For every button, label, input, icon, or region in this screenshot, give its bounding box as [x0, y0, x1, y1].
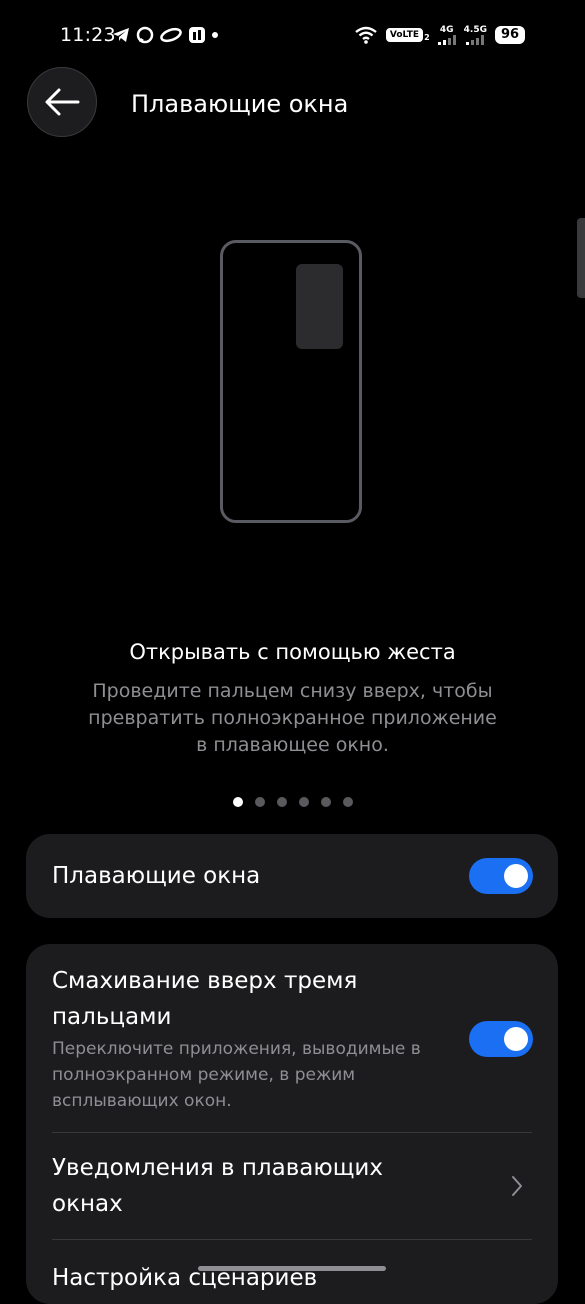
notification-icons — [112, 24, 218, 46]
gesture-title: Открывать с помощью жеста — [129, 640, 456, 664]
page-title: Плавающие окна — [131, 90, 349, 118]
page-dot[interactable] — [298, 797, 309, 807]
three-finger-swipe-toggle[interactable] — [469, 1021, 533, 1057]
home-indicator[interactable] — [198, 1266, 386, 1271]
network-type-1: 4G — [439, 24, 454, 35]
settings-list-card: Смахивание вверх тремя пальцами Переключ… — [26, 944, 558, 1304]
floating-window-illustration — [296, 264, 343, 349]
three-finger-swipe-description: Переключите приложения, выводимые в полн… — [52, 1039, 421, 1111]
page-dot[interactable] — [320, 797, 331, 807]
signal-icon-1 — [437, 34, 456, 45]
edge-panel-handle[interactable] — [577, 218, 585, 298]
three-finger-swipe-label: Смахивание вверх тремя пальцами — [52, 968, 358, 1030]
back-button[interactable] — [27, 67, 97, 137]
gesture-description: Проведите пальцем снизу вверх, чтобы пре… — [88, 680, 497, 756]
volte-badge: VoLTE — [385, 28, 424, 42]
arrow-left-icon — [45, 88, 80, 116]
status-time: 11:23 — [60, 24, 116, 46]
three-finger-swipe-row[interactable]: Смахивание вверх тремя пальцами Переключ… — [26, 944, 558, 1132]
more-dot-icon — [212, 32, 218, 38]
page-dot[interactable] — [276, 797, 287, 807]
floating-notifications-row[interactable]: Уведомления в плавающих окнах — [26, 1133, 558, 1239]
app-square-icon — [189, 27, 205, 43]
system-status-icons: VoLTE 2 4G 4.5G 96 — [354, 24, 525, 46]
battery-indicator: 96 — [495, 26, 525, 44]
network-type-2: 4.5G — [463, 24, 487, 35]
floating-windows-label: Плавающие окна — [52, 863, 261, 889]
wifi-icon — [355, 26, 377, 44]
telegram-icon — [113, 28, 129, 42]
page-dot[interactable] — [232, 797, 243, 807]
page-indicator[interactable] — [0, 797, 585, 807]
scenario-settings-row[interactable]: Настройка сценариев — [26, 1240, 558, 1304]
leaf-app-icon — [160, 27, 182, 43]
toggle-knob — [504, 864, 528, 888]
page-dot[interactable] — [342, 797, 353, 807]
chevron-right-icon — [512, 1176, 522, 1196]
page-dot[interactable] — [254, 797, 265, 807]
signal-icon-2 — [466, 34, 485, 45]
floating-notifications-label: Уведомления в плавающих окнах — [52, 1155, 383, 1217]
chat-bubble-icon — [136, 26, 154, 44]
toggle-knob — [504, 1027, 528, 1051]
status-bar: 11:23 VoLTE 2 4G 4.5G 96 — [0, 0, 585, 70]
floating-windows-card[interactable]: Плавающие окна — [26, 834, 558, 918]
floating-windows-toggle[interactable] — [469, 858, 533, 894]
sim2-label: 2 — [424, 33, 430, 42]
